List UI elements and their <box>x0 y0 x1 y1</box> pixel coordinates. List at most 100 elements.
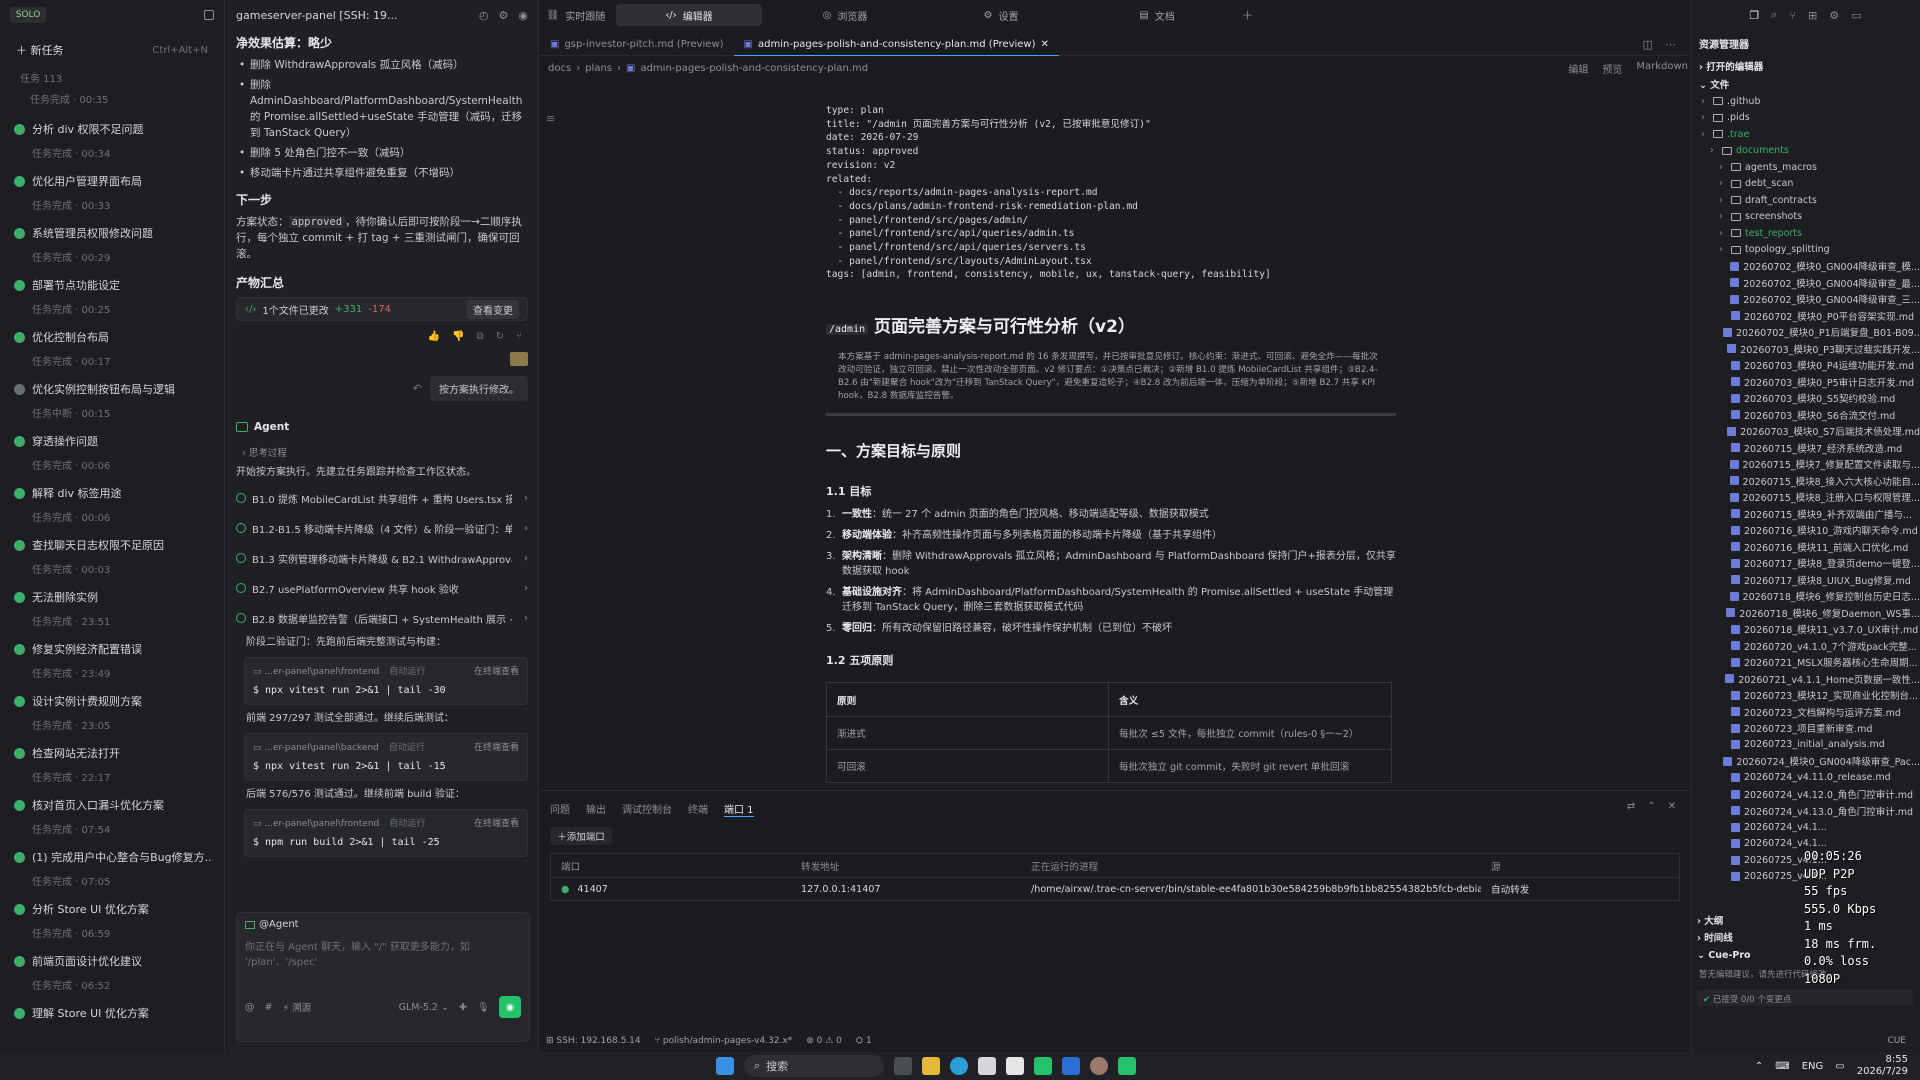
thumbs-up-icon[interactable]: 👍 <box>428 331 440 342</box>
mode-markdown[interactable]: Markdown <box>1636 61 1688 76</box>
account-icon[interactable]: ◉ <box>518 9 528 22</box>
file-item[interactable]: 20260716_模块11_前端入口优化.md <box>1701 539 1920 556</box>
open-in-terminal-link[interactable]: 在终端查看 <box>474 740 519 753</box>
step-item[interactable]: B1.2-B1.5 移动端卡片降级（4 文件）& 阶段一验证门：单测... › <box>236 513 528 543</box>
file-item[interactable]: 20260702_模块0_GN004降级审查_最... <box>1701 275 1920 292</box>
tray-chevron-icon[interactable]: ⌃ <box>1755 1061 1763 1072</box>
hash-icon[interactable]: # <box>265 1002 273 1013</box>
tab-code[interactable]: ‹/› 编辑器 <box>616 4 762 26</box>
file-item[interactable]: 20260724_v4.1... <box>1701 819 1920 836</box>
task-item[interactable]: 分析 Store UI 优化方案 任务完成 · 06:59 <box>8 894 216 946</box>
taskbar-search[interactable]: ⌕ 搜索 <box>744 1055 884 1077</box>
file-item[interactable]: 20260724_v4.13.0_角色门控审计.md <box>1701 803 1920 820</box>
terminal-icon[interactable] <box>1034 1057 1052 1075</box>
file-item[interactable]: 20260721_MSLX服务器核心生命周期... <box>1701 654 1920 671</box>
trae-icon[interactable] <box>1118 1057 1136 1075</box>
task-item[interactable]: 理解 Store UI 优化方案 <box>8 998 216 1050</box>
task-item[interactable]: 核对首页入口漏斗优化方案 任务完成 · 07:54 <box>8 790 216 842</box>
open-in-terminal-link[interactable]: 在终端查看 <box>474 664 519 677</box>
crumb-docs[interactable]: docs <box>548 63 571 74</box>
task-item[interactable]: 无法删除实例 任务完成 · 23:51 <box>8 582 216 634</box>
more-icon[interactable]: ⋯ <box>1665 38 1676 51</box>
step-item[interactable]: B2.7 usePlatformOverview 共享 hook 验收 › <box>236 573 528 603</box>
agent-mention[interactable]: @Agent <box>259 919 299 930</box>
tab-doc[interactable]: ▤ 文档 <box>1084 4 1230 26</box>
ports-status[interactable]: ⛭ 1 <box>856 1036 872 1046</box>
task-item[interactable]: 解释 div 标签用途 任务完成 · 00:06 <box>8 478 216 530</box>
task-item[interactable]: 优化实例控制按钮布局与逻辑 任务中断 · 00:15 <box>8 374 216 426</box>
file-item[interactable]: 20260715_模块7_经济系统改造.md <box>1701 440 1920 457</box>
model-select[interactable]: GLM-5.2 ⌄ <box>399 1002 449 1013</box>
file-item[interactable]: 20260715_模块8_接入六大核心功能自... <box>1701 473 1920 490</box>
ssh-status[interactable]: ⊞ SSH: 192.168.5.14 <box>546 1036 641 1046</box>
edge-icon[interactable] <box>950 1057 968 1075</box>
task-item[interactable]: 分析 div 权限不足问题 任务完成 · 00:34 <box>8 114 216 166</box>
new-task-button[interactable]: ＋ 新任务 Ctrl+Alt+N <box>8 38 216 62</box>
file-item[interactable]: 20260718_模块11_v3.7.0_UX审计.md <box>1701 621 1920 638</box>
crumb-file[interactable]: admin-pages-polish-and-consistency-plan.… <box>640 63 868 74</box>
file-item[interactable]: 20260720_v4.1.0_7个游戏pack完整... <box>1701 638 1920 655</box>
file-item[interactable]: 20260702_模块0_GN004降级审查_模... <box>1701 258 1920 275</box>
folder-item[interactable]: › agents_macros <box>1701 159 1920 176</box>
task-item[interactable]: 修复实例经济配置错误 任务完成 · 23:49 <box>8 634 216 686</box>
outline-section[interactable]: › 大纲 <box>1697 913 1723 927</box>
tab-globe[interactable]: ◎ 浏览器 <box>772 4 918 26</box>
file-item[interactable]: 20260724_v4.11.0_release.md <box>1701 770 1920 787</box>
app-icon-1[interactable] <box>1006 1057 1024 1075</box>
file-tab-plan[interactable]: ▣ admin-pages-polish-and-consistency-plan… <box>733 34 1059 56</box>
task-item[interactable]: 前端页面设计优化建议 任务完成 · 06:52 <box>8 946 216 998</box>
file-item[interactable]: 20260716_模块10_游戏内聊天命令.md <box>1701 522 1920 539</box>
file-item[interactable]: 20260723_模块12_实现商业化控制台... <box>1701 687 1920 704</box>
files-icon[interactable]: ❐ <box>1749 9 1759 22</box>
folder-item[interactable]: › .trae <box>1701 126 1920 143</box>
crumb-plans[interactable]: plans <box>585 63 612 74</box>
remote-icon[interactable]: ▭ <box>1851 9 1861 22</box>
clock[interactable]: 8:55 2026/7/29 <box>1857 1054 1908 1078</box>
branch-icon[interactable]: ⑂ <box>516 331 522 342</box>
task-item[interactable]: 系统管理员权限修改问题 任务完成 · 00:29 <box>8 218 216 270</box>
folder-item[interactable]: › screenshots <box>1701 209 1920 226</box>
task-item[interactable]: (1) 完成用户中心整合与Bug修复方... 任务完成 · 07:05 <box>8 842 216 894</box>
remote-app-icon[interactable] <box>1062 1057 1080 1075</box>
file-item[interactable]: 20260703_模块0_S5契约校验.md <box>1701 390 1920 407</box>
add-tab-icon[interactable]: ＋ <box>1242 7 1253 23</box>
file-item[interactable]: 20260703_模块0_S7后端技术债处理.md <box>1701 423 1920 440</box>
cue-section[interactable]: ⌄ Cue-Pro <box>1697 950 1751 961</box>
layout-icon[interactable] <box>204 10 214 20</box>
panel-tab[interactable]: 端口 1 <box>724 801 754 817</box>
view-changes-button[interactable]: 查看变更 <box>467 299 519 319</box>
panel-maximize-icon[interactable]: ⌃ <box>1647 801 1655 812</box>
undo-icon[interactable]: ↶ <box>413 382 422 395</box>
mic-icon[interactable]: 🎙 <box>477 1002 489 1013</box>
task-view-icon[interactable] <box>894 1057 912 1075</box>
mode-preview[interactable]: 预览 <box>1602 61 1622 76</box>
panel-settings-icon[interactable]: ⇄ <box>1627 801 1635 812</box>
network-icon[interactable]: ▭ <box>1835 1061 1844 1072</box>
file-item[interactable]: 20260723_文档解构与运评方案.md <box>1701 704 1920 721</box>
task-item[interactable]: 设计实例计费规则方案 任务完成 · 23:05 <box>8 686 216 738</box>
close-icon[interactable]: ✕ <box>1041 39 1049 50</box>
port-row[interactable]: ● 41407 127.0.0.1:41407/home/airxw/.trae-c… <box>551 877 1679 900</box>
keyboard-icon[interactable]: ⌨ <box>1775 1061 1789 1072</box>
task-item[interactable]: 部署节点功能设定 任务完成 · 00:25 <box>8 270 216 322</box>
thumbs-down-icon[interactable]: 👎 <box>452 331 464 342</box>
git-branch[interactable]: ⑂ polish/admin-pages-v4.32.x* <box>655 1036 793 1046</box>
tab-link[interactable]: ⛓ 实时跟随 <box>546 4 606 26</box>
extensions-icon[interactable]: ⊞ <box>1808 9 1817 22</box>
open-editors-section[interactable]: › 打开的编辑器 <box>1691 57 1920 75</box>
problems-status[interactable]: ⊗ 0 ⚠ 0 <box>806 1036 842 1046</box>
file-item[interactable]: 20260703_模块0_P5审计日志开发.md <box>1701 374 1920 391</box>
cue-status[interactable]: CUE <box>1887 1036 1920 1046</box>
file-item[interactable]: 20260715_模块7_修复配置文件读取与... <box>1701 456 1920 473</box>
send-button[interactable]: ◉ <box>499 996 521 1018</box>
task-item[interactable]: 优化控制台布局 任务完成 · 00:17 <box>8 322 216 374</box>
folder-item[interactable]: › .github <box>1701 93 1920 110</box>
step-item[interactable]: B2.8 数据单监控告警（后端接口 + SystemHealth 展示 + 单测… <box>236 603 528 633</box>
search-icon[interactable]: ⌕ <box>1771 8 1777 22</box>
outline-toggle-icon[interactable]: ≡ <box>546 112 555 125</box>
file-item[interactable]: 20260715_模块9_补齐双端由广播与... <box>1701 506 1920 523</box>
at-icon[interactable]: @ <box>245 1002 255 1013</box>
settings-icon[interactable]: ⚙ <box>499 9 509 22</box>
avatar-app-icon[interactable] <box>1090 1057 1108 1075</box>
folder-item[interactable]: › topology_splitting <box>1701 242 1920 259</box>
